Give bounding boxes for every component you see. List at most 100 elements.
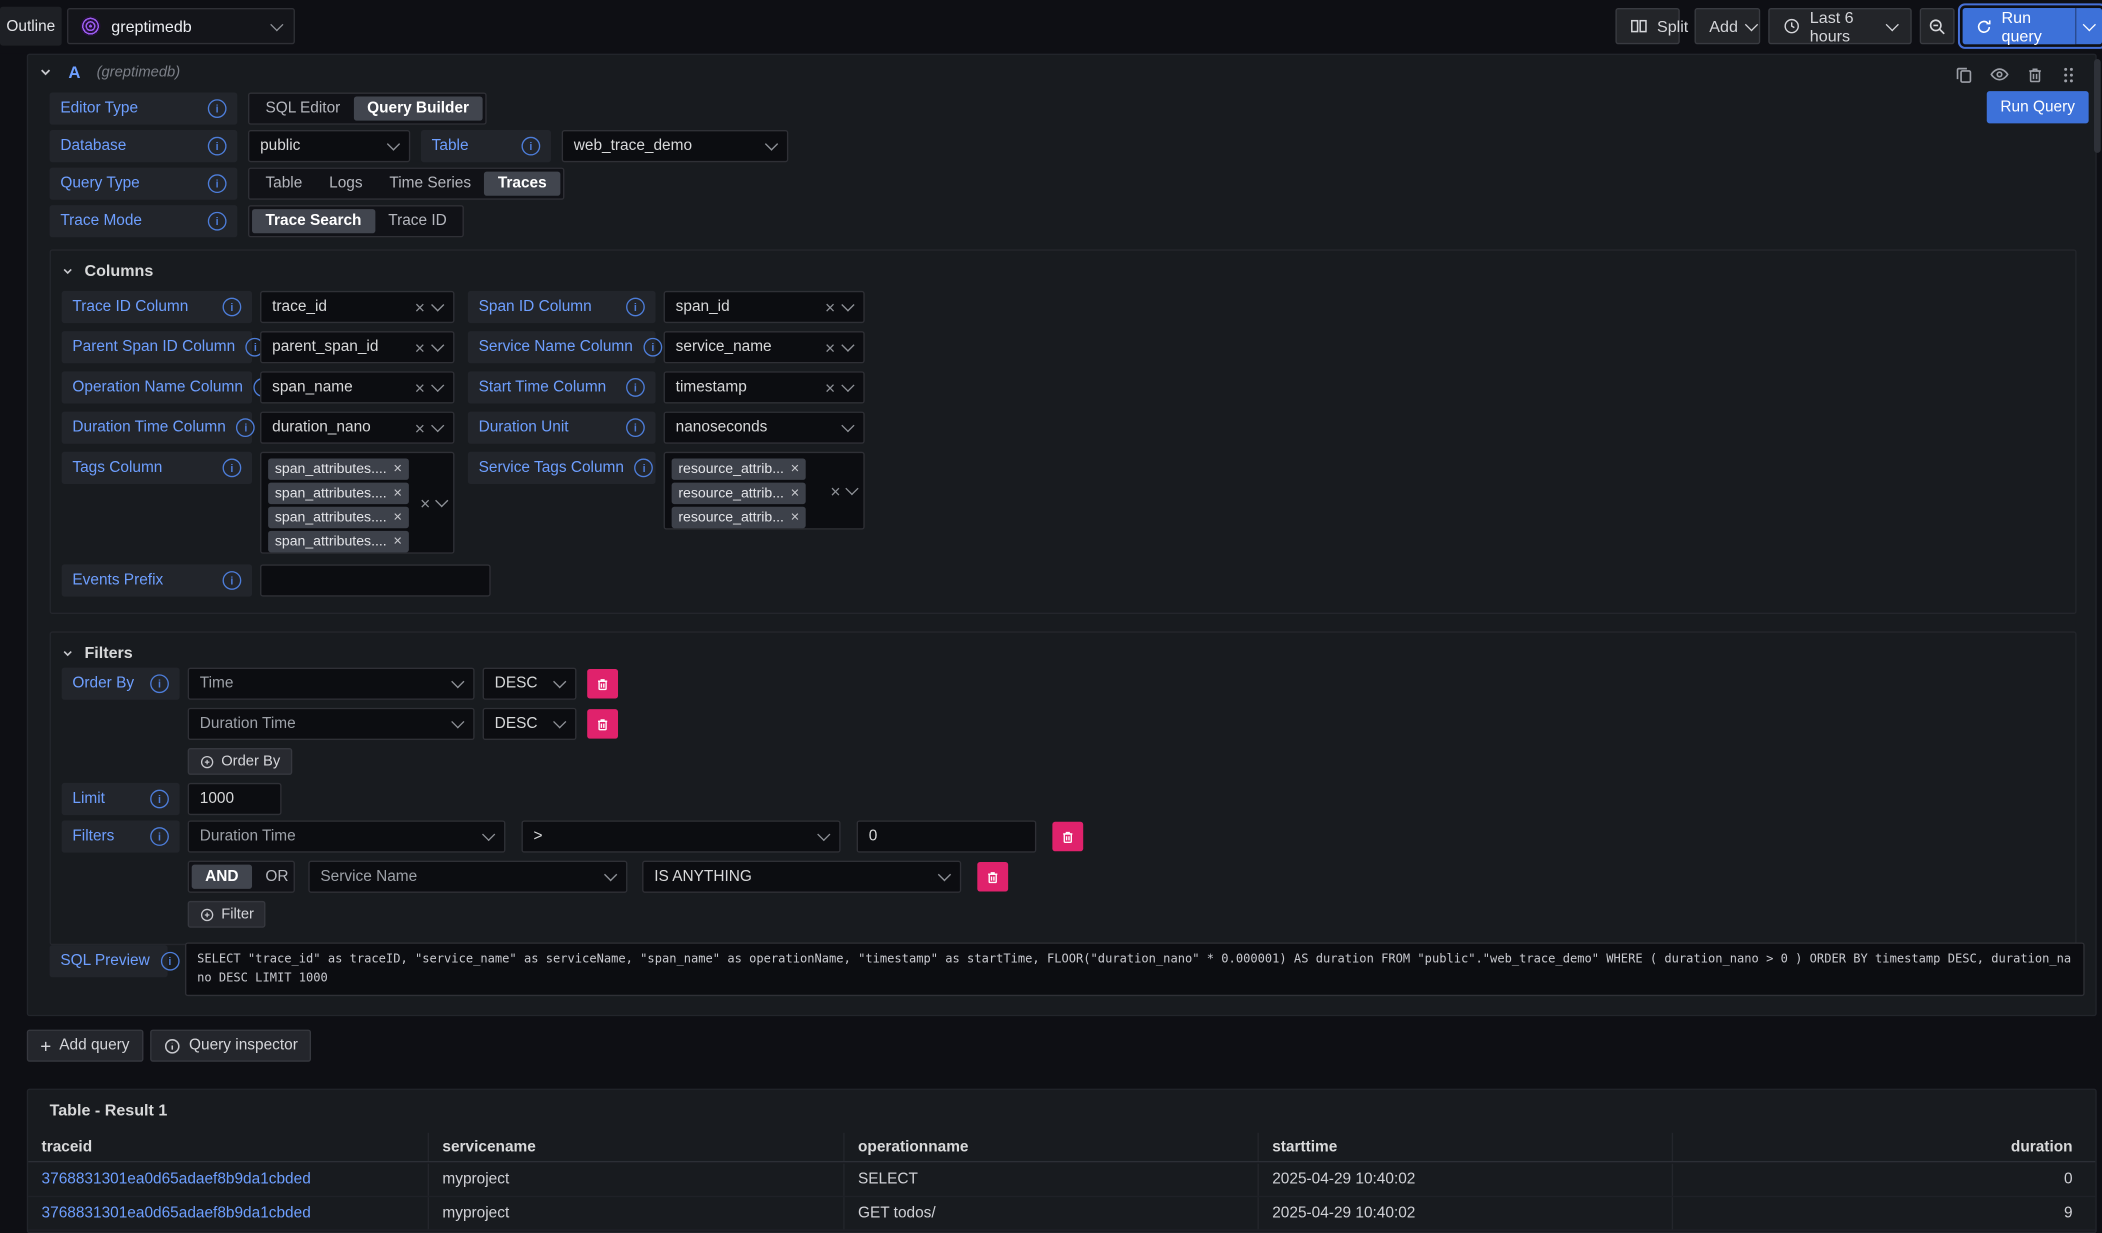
trace-id-link[interactable]: 3768831301ea0d65adaef8b9da1cbded <box>42 1172 311 1188</box>
datasource-picker[interactable]: greptimedb <box>67 8 295 44</box>
table-select[interactable]: web_trace_demo <box>562 130 789 162</box>
clear-icon[interactable]: × <box>415 379 425 396</box>
scrollbar-thumb[interactable] <box>2093 59 2100 153</box>
remove-tag-icon[interactable]: × <box>791 486 800 501</box>
query-type-table-option[interactable]: Table <box>252 172 316 196</box>
info-icon[interactable]: i <box>236 418 255 437</box>
and-option[interactable]: AND <box>192 865 252 889</box>
hide-query-eye-icon[interactable] <box>1989 64 2009 84</box>
trace-id-column-select[interactable]: trace_id× <box>260 291 454 323</box>
delete-query-trash-icon[interactable] <box>2026 65 2045 84</box>
add-query-button[interactable]: + Add query <box>27 1030 143 1062</box>
info-icon[interactable]: i <box>150 674 169 693</box>
start-time-column-select[interactable]: timestamp× <box>664 371 865 403</box>
delete-order-by-button-2[interactable] <box>587 709 618 738</box>
delete-order-by-button[interactable] <box>587 669 618 698</box>
info-icon[interactable]: i <box>223 571 242 590</box>
tags-column-multiselect[interactable]: span_attributes....× span_attributes....… <box>260 452 454 554</box>
run-query-button-editor[interactable]: Run Query <box>1987 91 2089 123</box>
remove-tag-icon[interactable]: × <box>393 534 402 549</box>
header-operationname[interactable]: operationname <box>845 1133 1259 1161</box>
duplicate-query-icon[interactable] <box>1955 65 1974 84</box>
clear-icon[interactable]: × <box>825 298 835 315</box>
remove-tag-icon[interactable]: × <box>393 486 402 501</box>
operation-name-column-select[interactable]: span_name× <box>260 371 454 403</box>
parent-span-id-column-select[interactable]: parent_span_id× <box>260 331 454 363</box>
trace-id-option[interactable]: Trace ID <box>375 209 460 233</box>
limit-input[interactable]: 1000 <box>188 783 282 815</box>
split-button[interactable]: Split <box>1615 8 1679 44</box>
trace-search-option[interactable]: Trace Search <box>252 209 375 233</box>
add-filter-button[interactable]: Filter <box>188 901 266 928</box>
remove-tag-icon[interactable]: × <box>393 462 402 477</box>
query-ref-id[interactable]: A <box>68 63 80 82</box>
info-icon[interactable]: i <box>626 418 645 437</box>
add-order-by-button[interactable]: Order By <box>188 748 293 775</box>
service-name-column-select[interactable]: service_name× <box>664 331 865 363</box>
query-inspector-button[interactable]: Query inspector <box>150 1030 311 1062</box>
info-icon[interactable]: i <box>521 137 540 156</box>
trace-id-link[interactable]: 3768831301ea0d65adaef8b9da1cbded <box>42 1205 311 1221</box>
info-icon[interactable]: i <box>644 338 663 357</box>
header-traceid[interactable]: traceid <box>28 1133 429 1161</box>
info-icon[interactable]: i <box>626 298 645 317</box>
add-button[interactable]: Add <box>1695 8 1761 44</box>
filter-field-select-2[interactable]: Service Name <box>308 861 627 893</box>
info-icon[interactable]: i <box>150 790 169 809</box>
zoom-out-button[interactable] <box>1920 8 1955 44</box>
query-type-traces-option[interactable]: Traces <box>484 172 560 196</box>
order-by-direction-select[interactable]: DESC <box>483 668 577 700</box>
remove-tag-icon[interactable]: × <box>791 462 800 477</box>
filter-field-select[interactable]: Duration Time <box>188 820 506 852</box>
clear-icon[interactable]: × <box>825 339 835 356</box>
info-icon[interactable]: i <box>150 827 169 846</box>
delete-filter-button-2[interactable] <box>977 862 1008 891</box>
query-type-timeseries-option[interactable]: Time Series <box>376 172 484 196</box>
info-icon[interactable]: i <box>208 212 227 231</box>
duration-time-column-select[interactable]: duration_nano× <box>260 412 454 444</box>
info-icon[interactable]: i <box>208 99 227 118</box>
filter-operator-select[interactable]: > <box>521 820 840 852</box>
info-icon[interactable]: i <box>223 298 242 317</box>
header-starttime[interactable]: starttime <box>1259 1133 1673 1161</box>
or-option[interactable]: OR <box>252 865 302 889</box>
filter-value-input[interactable]: 0 <box>857 820 1037 852</box>
run-query-options-button[interactable] <box>2075 8 2102 44</box>
drag-handle-icon[interactable] <box>2061 65 2077 84</box>
query-type-logs-option[interactable]: Logs <box>316 172 376 196</box>
duration-unit-select[interactable]: nanoseconds <box>664 412 865 444</box>
columns-section-title[interactable]: Columns <box>62 261 154 280</box>
delete-filter-button[interactable] <box>1052 822 1083 851</box>
filter-operator-select-2[interactable]: IS ANYTHING <box>642 861 961 893</box>
order-by-direction-select-2[interactable]: DESC <box>483 708 577 740</box>
sql-editor-option[interactable]: SQL Editor <box>252 97 354 121</box>
filters-section-title[interactable]: Filters <box>62 643 133 662</box>
clear-all-icon[interactable]: × <box>420 494 430 511</box>
clear-icon[interactable]: × <box>415 298 425 315</box>
run-query-button[interactable]: Run query <box>1963 8 2076 44</box>
remove-tag-icon[interactable]: × <box>393 510 402 525</box>
order-by-field-select[interactable]: Time <box>188 668 475 700</box>
events-prefix-input[interactable] <box>260 564 491 596</box>
info-icon[interactable]: i <box>160 952 179 971</box>
clear-icon[interactable]: × <box>415 339 425 356</box>
clear-all-icon[interactable]: × <box>830 482 840 499</box>
info-icon[interactable]: i <box>223 458 242 477</box>
info-icon[interactable]: i <box>635 458 654 477</box>
span-id-column-select[interactable]: span_id× <box>664 291 865 323</box>
database-select[interactable]: public <box>248 130 410 162</box>
time-range-picker[interactable]: Last 6 hours <box>1768 8 1911 44</box>
clear-icon[interactable]: × <box>825 379 835 396</box>
clear-icon[interactable]: × <box>415 419 425 436</box>
query-builder-option[interactable]: Query Builder <box>354 97 483 121</box>
outline-button[interactable]: Outline <box>0 7 62 46</box>
info-icon[interactable]: i <box>208 174 227 193</box>
remove-tag-icon[interactable]: × <box>791 510 800 525</box>
info-icon[interactable]: i <box>626 378 645 397</box>
order-by-field-select-2[interactable]: Duration Time <box>188 708 475 740</box>
collapse-chevron-icon[interactable] <box>39 66 52 79</box>
info-icon[interactable]: i <box>208 137 227 156</box>
header-servicename[interactable]: servicename <box>429 1133 845 1161</box>
service-tags-column-multiselect[interactable]: resource_attrib...× resource_attrib...× … <box>664 452 865 530</box>
header-duration[interactable]: duration <box>1673 1133 2095 1161</box>
